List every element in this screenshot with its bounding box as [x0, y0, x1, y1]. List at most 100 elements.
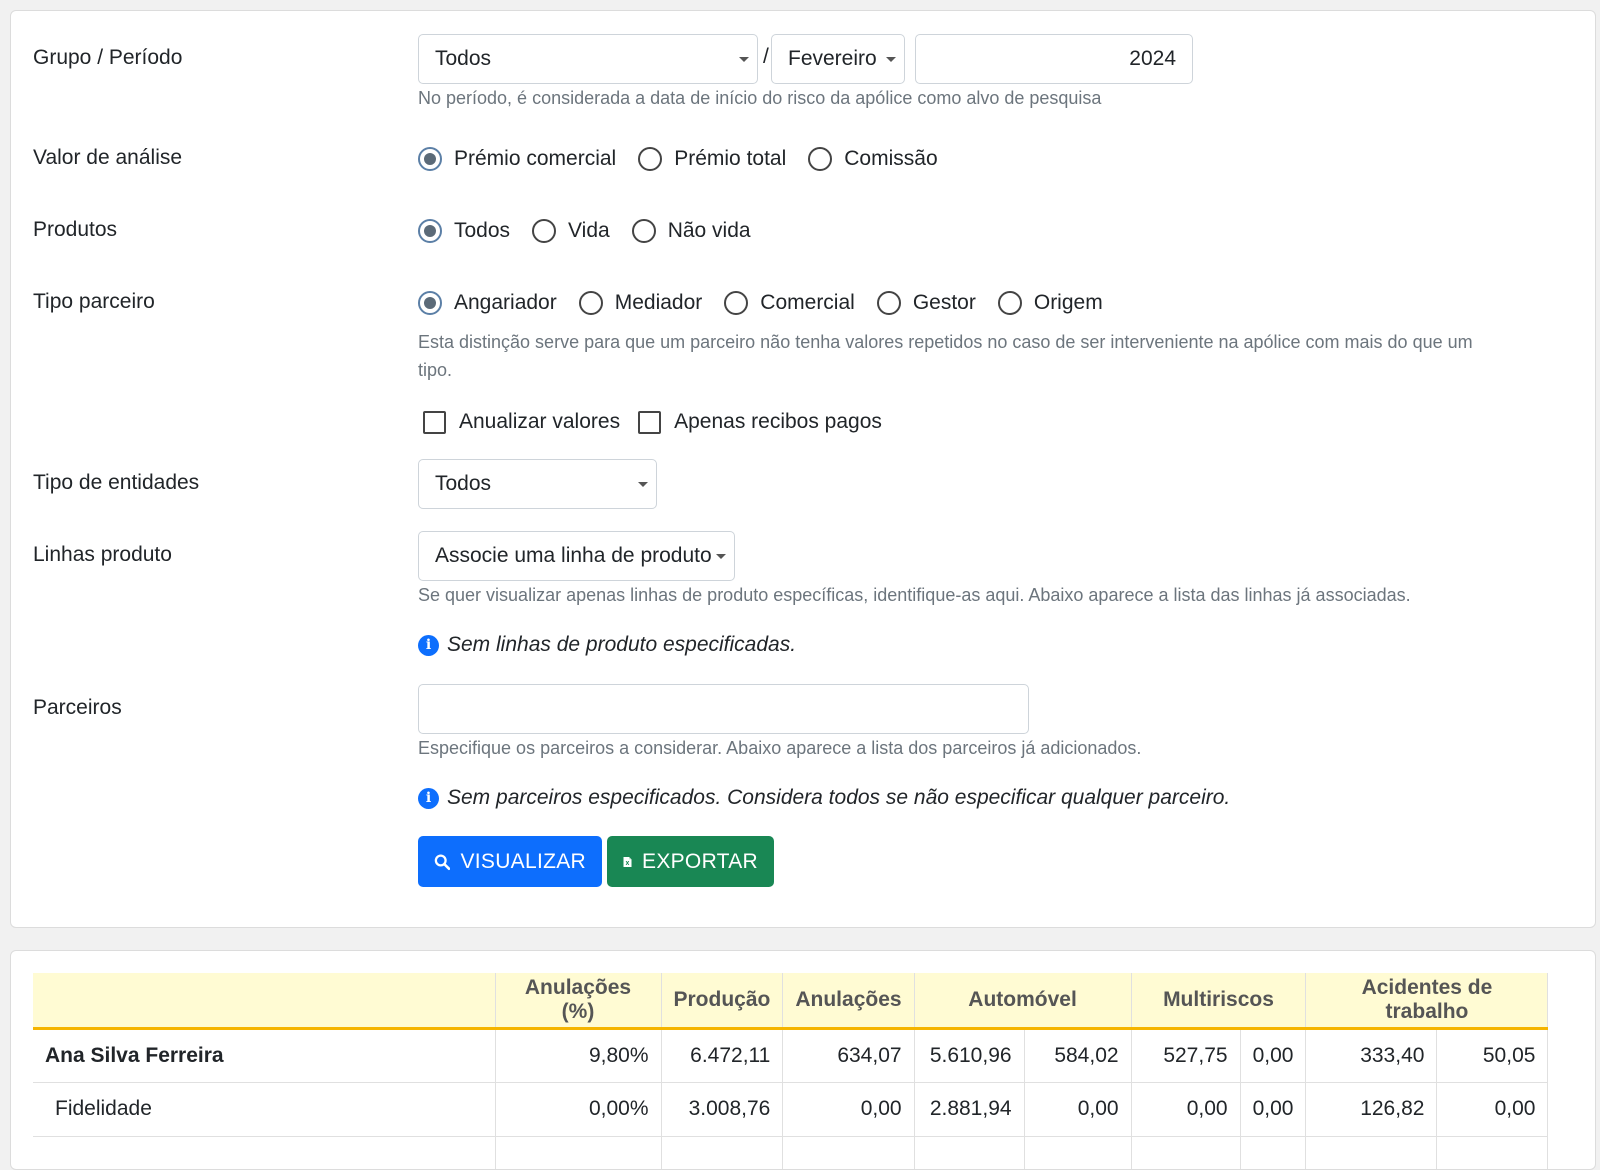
cell	[1436, 1136, 1549, 1169]
exportar-button[interactable]: X EXPORTAR	[607, 836, 774, 887]
tipo-entidades-select[interactable]: Todos	[418, 459, 657, 509]
grupo-select[interactable]: Todos	[418, 34, 758, 84]
anualizar-valores-checkbox[interactable]: Anualizar valores	[423, 410, 620, 434]
table-row[interactable]: Ana Silva Ferreira 9,80% 6.472,11 634,07…	[33, 1028, 1549, 1083]
cell: 0,00	[1024, 1082, 1132, 1137]
radio-label: Comercial	[760, 291, 855, 314]
cell: 0,00	[1240, 1028, 1307, 1083]
radio-premio-comercial[interactable]: Prémio comercial	[418, 147, 616, 171]
linhas-produto-label: Linhas produto	[33, 543, 172, 566]
tipo-parceiro-label: Tipo parceiro	[33, 290, 155, 313]
mes-select[interactable]: Fevereiro	[771, 34, 905, 84]
table-header-anulacoes[interactable]: Anulações	[782, 973, 915, 1030]
radio-produtos-todos[interactable]: Todos	[418, 219, 510, 243]
chevron-down-icon	[638, 482, 648, 487]
table-header-anulacoes-pct[interactable]: Anulações (%)	[495, 973, 662, 1030]
radio-angariador[interactable]: Angariador	[418, 291, 557, 315]
linhas-produto-value: Associe uma linha de produto	[435, 544, 712, 567]
excel-file-icon: X	[623, 856, 632, 867]
svg-text:X: X	[626, 861, 630, 867]
tipo-parceiro-help-line1: Esta distinção serve para que um parceir…	[418, 332, 1473, 352]
visualizar-button-label: VISUALIZAR	[460, 849, 586, 873]
cell: 527,75	[1131, 1028, 1241, 1083]
search-icon	[434, 854, 451, 870]
parceiros-help-text: Especifique os parceiros a considerar. A…	[418, 738, 1142, 758]
table-row[interactable]: Fidelidade 0,00% 3.008,76 0,00 2.881,94 …	[33, 1082, 1549, 1137]
cell: 333,40	[1305, 1028, 1438, 1083]
radio-produtos-vida[interactable]: Vida	[532, 219, 610, 243]
radio-comercial[interactable]: Comercial	[724, 291, 855, 315]
radio-checked-icon	[418, 147, 442, 171]
valor-analise-label: Valor de análise	[33, 146, 183, 169]
cell	[1240, 1136, 1307, 1169]
radio-mediador[interactable]: Mediador	[578, 291, 703, 315]
radio-gestor[interactable]: Gestor	[876, 291, 976, 315]
radio-origem[interactable]: Origem	[997, 291, 1103, 315]
ano-input[interactable]: 2024	[915, 34, 1193, 84]
info-icon: i	[418, 634, 439, 656]
table-row[interactable]	[33, 1136, 1549, 1169]
cell: 2.881,94	[914, 1082, 1025, 1137]
table-header-automovel[interactable]: Automóvel	[914, 973, 1132, 1030]
parceiros-label: Parceiros	[33, 696, 122, 719]
radio-unchecked-icon	[578, 291, 603, 315]
chevron-down-icon	[716, 554, 726, 559]
valor-analise-radio-group: Prémio comercial Prémio total Comissão	[418, 144, 960, 174]
period-separator: /	[763, 45, 769, 68]
visualizar-button[interactable]: VISUALIZAR	[418, 836, 602, 887]
radio-unchecked-icon	[724, 291, 749, 315]
cell: 126,82	[1305, 1082, 1438, 1137]
table-header-producao[interactable]: Produção	[661, 973, 784, 1030]
radio-label: Prémio comercial	[454, 147, 617, 170]
parceiros-info: i Sem parceiros especificados. Considera…	[418, 786, 1230, 810]
radio-unchecked-icon	[876, 291, 901, 315]
radio-premio-total[interactable]: Prémio total	[638, 147, 786, 171]
filter-form-card: Grupo / Período Todos / Fevereiro 2024 N…	[10, 10, 1596, 928]
radio-checked-icon	[418, 291, 442, 315]
cell: 634,07	[782, 1028, 915, 1083]
parceiros-info-text: Sem parceiros especificados. Considera t…	[447, 786, 1231, 809]
table-header-acidentes-trabalho[interactable]: Acidentes de trabalho	[1305, 973, 1549, 1030]
radio-produtos-nao-vida[interactable]: Não vida	[631, 219, 751, 243]
radio-unchecked-icon	[997, 291, 1022, 315]
row-name	[33, 1136, 496, 1169]
produtos-radio-group: Todos Vida Não vida	[418, 216, 773, 246]
cell: 50,05	[1436, 1028, 1549, 1083]
radio-unchecked-icon	[638, 147, 663, 171]
radio-unchecked-icon	[631, 219, 656, 243]
radio-label: Gestor	[912, 291, 976, 314]
radio-label: Mediador	[614, 291, 703, 314]
linhas-produto-info-text: Sem linhas de produto especificadas.	[447, 633, 797, 656]
grupo-select-value: Todos	[435, 47, 492, 70]
checkbox-icon	[423, 410, 446, 434]
row-name: Fidelidade	[33, 1082, 496, 1137]
radio-label: Não vida	[667, 219, 751, 242]
table-header-multiriscos[interactable]: Multiriscos	[1131, 973, 1307, 1030]
info-icon: i	[418, 787, 439, 809]
checkbox-group: Anualizar valores Apenas recibos pagos	[423, 407, 900, 437]
radio-label: Prémio total	[674, 147, 787, 170]
results-table-card: Anulações (%) Produção Anulações Automóv…	[10, 950, 1596, 1170]
tipo-entidades-label: Tipo de entidades	[33, 471, 200, 494]
radio-unchecked-icon	[808, 147, 833, 171]
radio-label: Comissão	[844, 147, 938, 170]
tipo-parceiro-radio-group: Angariador Mediador Comercial Gestor Ori…	[418, 288, 1125, 318]
cell: 0,00	[1240, 1082, 1307, 1137]
tipo-entidades-value: Todos	[435, 472, 492, 495]
parceiros-input[interactable]	[418, 684, 1029, 734]
apenas-recibos-pagos-checkbox[interactable]: Apenas recibos pagos	[638, 410, 882, 434]
linhas-produto-select[interactable]: Associe uma linha de produto	[418, 531, 735, 581]
cell	[1131, 1136, 1241, 1169]
cell: 6.472,11	[661, 1028, 784, 1083]
cell: 3.008,76	[661, 1082, 784, 1137]
cell: 0,00%	[495, 1082, 662, 1137]
cell	[1024, 1136, 1132, 1169]
radio-comissao[interactable]: Comissão	[808, 147, 938, 171]
chevron-down-icon	[886, 57, 896, 62]
table-header-row: Anulações (%) Produção Anulações Automóv…	[33, 973, 1549, 1030]
cell: 584,02	[1024, 1028, 1132, 1083]
radio-checked-icon	[418, 219, 442, 243]
exportar-button-label: EXPORTAR	[642, 849, 758, 873]
produtos-label: Produtos	[33, 218, 118, 241]
mes-select-value: Fevereiro	[788, 47, 877, 70]
